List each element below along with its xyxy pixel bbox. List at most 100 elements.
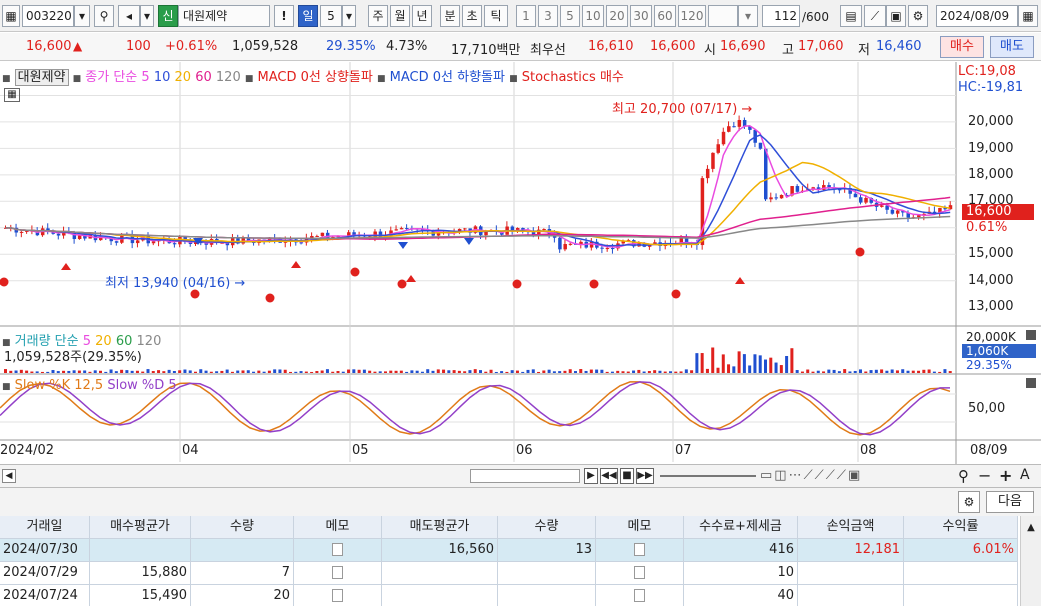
drawing-tools-icons[interactable]: ▭◫⋯⟋⟋⟋⟋▣ [760, 468, 862, 483]
table-scrollbar[interactable]: ▲ [1020, 516, 1041, 606]
calendar-icon[interactable]: ▦ [1018, 5, 1038, 27]
candle-body [399, 228, 404, 230]
period-day-button[interactable]: 일 [298, 5, 318, 27]
custom-interval-field[interactable] [708, 5, 738, 27]
period-year-button[interactable]: 년 [412, 5, 432, 27]
period-minute-button[interactable]: 분 [440, 5, 460, 27]
stock-code-input[interactable]: 003220 [22, 5, 74, 27]
interval-1-button[interactable]: 1 [516, 5, 536, 27]
memo-add-icon[interactable] [332, 566, 343, 579]
stop-icon[interactable]: ■ [620, 468, 634, 484]
buy-button[interactable]: 매수 [940, 36, 984, 58]
col-trade-date[interactable]: 거래일 [0, 516, 90, 539]
zoom-in-icon[interactable]: + [999, 466, 1012, 485]
col-return[interactable]: 수익률 [904, 516, 1018, 539]
interval-120-button[interactable]: 120 [678, 5, 706, 27]
cell-buy-memo[interactable] [294, 585, 382, 606]
data-count-input[interactable]: 112 [762, 5, 800, 27]
stock-name-field[interactable]: 대원제약 [178, 5, 270, 27]
interval-5-button[interactable]: 5 [560, 5, 580, 27]
next-button[interactable]: 다음 [986, 491, 1034, 513]
volume-panel-close-icon[interactable] [1026, 330, 1036, 340]
interval-3-button[interactable]: 3 [538, 5, 558, 27]
scroll-thumb[interactable] [470, 469, 580, 483]
chart-area[interactable]: ■ 대원제약 ■ 종가 단순 5 10 20 60 120 ■ MACD 0선 … [0, 62, 1041, 464]
settings-icon[interactable]: ⚙ [908, 5, 928, 27]
volume-bar [130, 370, 134, 373]
memo-icon[interactable] [332, 543, 343, 556]
interval-dropdown-icon[interactable]: ▾ [738, 5, 758, 27]
stoch-d-label[interactable]: Slow %D 5 [107, 378, 176, 393]
volume-bar [225, 369, 229, 373]
font-size-icon[interactable]: A [1020, 467, 1030, 483]
legend-ma-title[interactable]: 종가 단순 [85, 70, 137, 85]
stoch-panel-close-icon[interactable] [1026, 378, 1036, 388]
col-buy-memo[interactable]: 메모 [294, 516, 382, 539]
interval-60-button[interactable]: 60 [654, 5, 676, 27]
period-count-field[interactable]: 5 [320, 5, 342, 27]
scroll-left-icon[interactable]: ◀ [2, 469, 16, 483]
memo-icon[interactable] [634, 566, 645, 579]
menu-icon[interactable]: ▦ [2, 5, 20, 27]
col-buy-qty[interactable]: 수량 [191, 516, 294, 539]
date-input[interactable]: 2024/08/09 [936, 5, 1018, 27]
scroll-up-icon[interactable]: ▲ [1021, 522, 1041, 533]
zoom-search-icon[interactable]: ⚲ [958, 467, 969, 485]
interval-10-button[interactable]: 10 [582, 5, 604, 27]
period-dropdown-icon[interactable]: ▾ [342, 5, 356, 27]
play-icon[interactable]: ▶ [584, 468, 598, 484]
table-row[interactable]: 2024/07/24 15,490 20 40 [0, 585, 1020, 606]
col-sell-avg[interactable]: 매도평균가 [382, 516, 498, 539]
col-buy-avg[interactable]: 매수평균가 [90, 516, 191, 539]
legend-stock-name[interactable]: 대원제약 [14, 69, 69, 86]
cell-sell-memo[interactable] [596, 539, 684, 562]
col-sell-memo[interactable]: 메모 [596, 516, 684, 539]
cell-buy-memo[interactable] [294, 562, 382, 585]
save-icon[interactable]: ▣ [886, 5, 906, 27]
grid-settings-icon[interactable]: ⚙ [958, 491, 980, 513]
volume-bar [806, 369, 810, 373]
memo-add-icon[interactable] [634, 543, 645, 556]
period-second-button[interactable]: 초 [462, 5, 482, 27]
chart-scroll-bar[interactable]: ◀ ▶ ◀◀ ■ ▶▶ ▭◫⋯⟋⟋⟋⟋▣ ⚲ − + A [0, 464, 1041, 488]
cell-sell-memo[interactable] [596, 562, 684, 585]
alert-icon[interactable]: ! [274, 5, 294, 27]
table-toggle-icon[interactable]: ▦ [4, 88, 20, 102]
prev-stock-icon[interactable]: ◂ [118, 5, 140, 27]
table-row[interactable]: 2024/07/30 16,560 13 416 12,181 6.01% [0, 539, 1020, 562]
period-week-button[interactable]: 주 [368, 5, 388, 27]
candle-body [579, 241, 583, 245]
rewind-icon[interactable]: ◀◀ [600, 468, 618, 484]
legend-macd-up[interactable]: MACD 0선 상향돌파 [258, 70, 373, 85]
cell-buy-memo[interactable] [294, 539, 382, 562]
cell-sell-memo[interactable] [596, 585, 684, 606]
legend-macd-down[interactable]: MACD 0선 하향돌파 [390, 70, 505, 85]
zoom-slider[interactable] [660, 475, 756, 477]
memo-add-icon[interactable] [332, 589, 343, 602]
search-icon[interactable]: ⚲ [94, 5, 114, 27]
interval-20-button[interactable]: 20 [606, 5, 628, 27]
stock-list-dropdown-icon[interactable]: ▾ [140, 5, 154, 27]
fast-forward-icon[interactable]: ▶▶ [636, 468, 654, 484]
col-pnl[interactable]: 손익금액 [798, 516, 904, 539]
legend-stoch-signal[interactable]: Stochastics 매수 [522, 70, 624, 85]
volume-bar [774, 362, 778, 373]
volume-bar [310, 371, 314, 373]
col-fee-tax[interactable]: 수수료+제세금 [684, 516, 798, 539]
period-tick-button[interactable]: 틱 [484, 5, 508, 27]
drawing-icon[interactable]: ⟋ [864, 5, 886, 27]
interval-30-button[interactable]: 30 [630, 5, 652, 27]
code-dropdown-icon[interactable]: ▾ [74, 5, 90, 27]
sell-button[interactable]: 매도 [990, 36, 1034, 58]
volume-bar [452, 370, 456, 373]
volume-bar [51, 370, 55, 373]
zoom-out-icon[interactable]: − [978, 466, 991, 485]
period-month-button[interactable]: 월 [390, 5, 410, 27]
col-sell-qty[interactable]: 수량 [498, 516, 596, 539]
indicator-icon[interactable]: ▤ [840, 5, 862, 27]
memo-icon[interactable] [634, 589, 645, 602]
stoch-k-label[interactable]: Slow %K 12,5 [15, 378, 104, 393]
table-row[interactable]: 2024/07/29 15,880 7 10 [0, 562, 1020, 585]
volume-bar [352, 369, 356, 373]
volume-bar [399, 370, 403, 373]
